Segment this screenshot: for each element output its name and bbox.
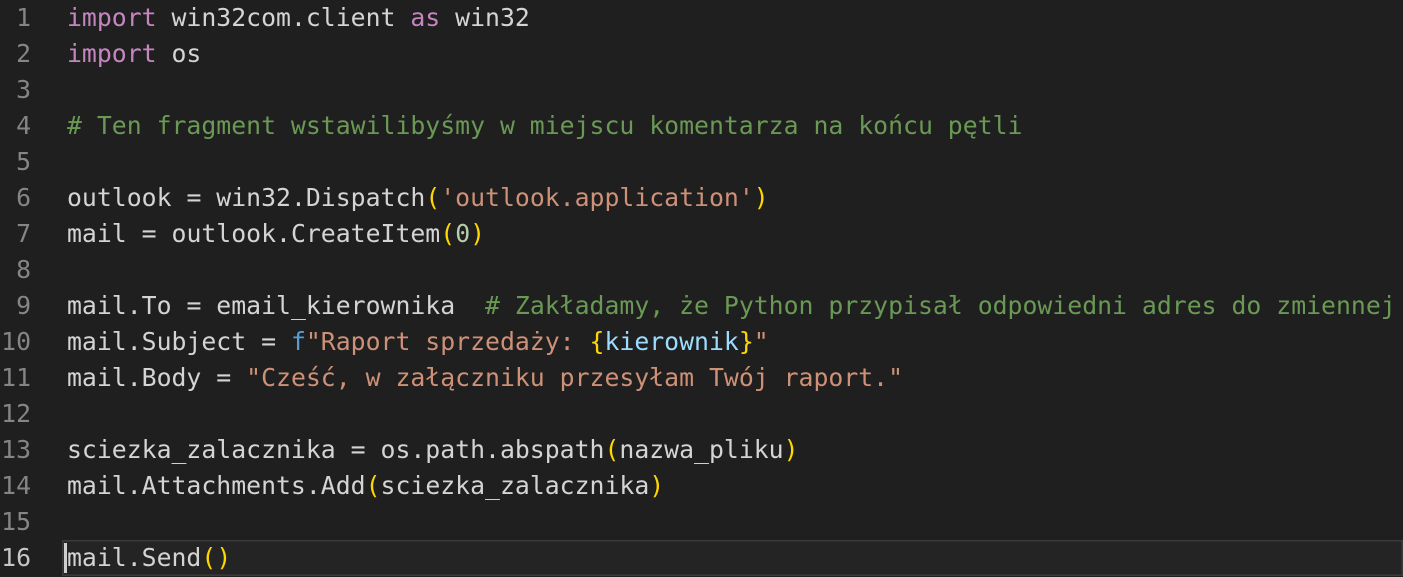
code-token: )	[754, 183, 769, 212]
code-text[interactable]: import win32com.client as win32	[62, 0, 1403, 36]
line-number: 9	[0, 288, 31, 324]
code-line[interactable]: 14 mail.Attachments.Add(sciezka_zalacznik…	[0, 468, 1403, 504]
line-number: 15	[0, 504, 31, 540]
code-line[interactable]: 7 mail = outlook.CreateItem(0)	[0, 216, 1403, 252]
code-token: 0	[455, 219, 470, 248]
code-line[interactable]: 1 import win32com.client as win32	[0, 0, 1403, 36]
code-token: {	[590, 327, 605, 356]
code-line[interactable]: 13 sciezka_zalacznika = os.path.abspath(n…	[0, 432, 1403, 468]
code-line[interactable]: 11 mail.Body = "Cześć, w załączniku przes…	[0, 360, 1403, 396]
code-token: (	[201, 543, 216, 572]
code-line[interactable]: 15	[0, 504, 1403, 540]
code-text[interactable]: mail.Body = "Cześć, w załączniku przesył…	[62, 360, 1403, 396]
line-number: 2	[0, 36, 31, 72]
code-text[interactable]: outlook = win32.Dispatch('outlook.applic…	[62, 180, 1403, 216]
code-line[interactable]: 2 import os	[0, 36, 1403, 72]
line-number: 7	[0, 216, 31, 252]
line-number: 13	[0, 432, 31, 468]
code-token: mail.Send	[67, 543, 201, 572]
code-token: =	[261, 327, 291, 356]
line-number: 5	[0, 144, 31, 180]
code-token: import	[67, 3, 157, 32]
code-token: )	[216, 543, 231, 572]
code-token: =	[186, 291, 216, 320]
line-number: 8	[0, 252, 31, 288]
code-text[interactable]: sciezka_zalacznika = os.path.abspath(naz…	[62, 432, 1403, 468]
code-line[interactable]: 4 # Ten fragment wstawilibyśmy w miejscu …	[0, 108, 1403, 144]
code-token: outlook.CreateItem	[172, 219, 441, 248]
code-token: 'outlook.application'	[440, 183, 754, 212]
code-token: }	[739, 327, 754, 356]
code-token: (	[425, 183, 440, 212]
code-token: )	[784, 435, 799, 464]
line-number: 4	[0, 108, 31, 144]
code-token: # Zakładamy, że Python przypisał odpowie…	[485, 291, 1396, 320]
text-cursor	[64, 543, 67, 573]
code-line[interactable]: 12	[0, 396, 1403, 432]
code-token: "	[754, 327, 769, 356]
line-number: 6	[0, 180, 31, 216]
code-token: (	[366, 471, 381, 500]
code-token: sciezka_zalacznika	[67, 435, 351, 464]
code-text[interactable]: # Ten fragment wstawilibyśmy w miejscu k…	[62, 108, 1403, 144]
code-token: email_kierownika	[216, 291, 485, 320]
code-token: win32	[440, 3, 530, 32]
code-token: =	[186, 183, 216, 212]
code-token: mail.To	[67, 291, 186, 320]
code-token: # Ten fragment wstawilibyśmy w miejscu k…	[67, 111, 1022, 140]
code-token: nazwa_pliku	[619, 435, 783, 464]
code-token: sciezka_zalacznika	[381, 471, 650, 500]
code-token: os	[157, 39, 202, 68]
code-line[interactable]: 5	[0, 144, 1403, 180]
code-line[interactable]: 8	[0, 252, 1403, 288]
code-token: =	[351, 435, 381, 464]
code-token: =	[142, 219, 172, 248]
code-token: as	[410, 3, 440, 32]
code-text[interactable]	[62, 396, 1403, 432]
code-text[interactable]: mail.To = email_kierownika # Zakładamy, …	[62, 288, 1403, 324]
code-line[interactable]: 9 mail.To = email_kierownika # Zakładamy,…	[0, 288, 1403, 324]
code-text[interactable]: import os	[62, 36, 1403, 72]
code-text[interactable]: mail.Send()	[62, 540, 1403, 576]
code-token: mail.Subject	[67, 327, 261, 356]
code-line[interactable]: 10 mail.Subject = f"Raport sprzedaży: {ki…	[0, 324, 1403, 360]
code-line[interactable]: 3	[0, 72, 1403, 108]
code-line[interactable]: 6 outlook = win32.Dispatch('outlook.appli…	[0, 180, 1403, 216]
code-text[interactable]: mail = outlook.CreateItem(0)	[62, 216, 1403, 252]
line-number: 14	[0, 468, 31, 504]
line-number: 3	[0, 72, 31, 108]
code-token: kierownik	[604, 327, 738, 356]
code-text[interactable]: mail.Attachments.Add(sciezka_zalacznika)	[62, 468, 1403, 504]
line-number: 10	[0, 324, 31, 360]
code-text[interactable]	[62, 252, 1403, 288]
code-token: )	[649, 471, 664, 500]
code-token: outlook	[67, 183, 186, 212]
code-token: "Raport sprzedaży:	[306, 327, 590, 356]
code-token: os.path.abspath	[381, 435, 605, 464]
code-token: mail	[67, 219, 142, 248]
code-line[interactable]: 16 mail.Send()	[0, 540, 1403, 576]
code-token: import	[67, 39, 157, 68]
line-number: 1	[0, 0, 31, 36]
line-number: 11	[0, 360, 31, 396]
line-number: 16	[0, 540, 31, 576]
code-token: mail.Attachments.Add	[67, 471, 366, 500]
code-token: win32com.client	[157, 3, 411, 32]
code-text[interactable]	[62, 504, 1403, 540]
code-token: win32.Dispatch	[216, 183, 425, 212]
code-token: "Cześć, w załączniku przesyłam Twój rapo…	[246, 363, 903, 392]
code-token: )	[470, 219, 485, 248]
line-number: 12	[0, 396, 31, 432]
code-editor[interactable]: 1 import win32com.client as win32 2 import …	[0, 0, 1403, 577]
code-text[interactable]	[62, 144, 1403, 180]
code-token: =	[216, 363, 246, 392]
code-token: f	[291, 327, 306, 356]
code-token: (	[440, 219, 455, 248]
code-text[interactable]: mail.Subject = f"Raport sprzedaży: {kier…	[62, 324, 1403, 360]
code-token: mail.Body	[67, 363, 216, 392]
code-token: (	[604, 435, 619, 464]
code-text[interactable]	[62, 72, 1403, 108]
